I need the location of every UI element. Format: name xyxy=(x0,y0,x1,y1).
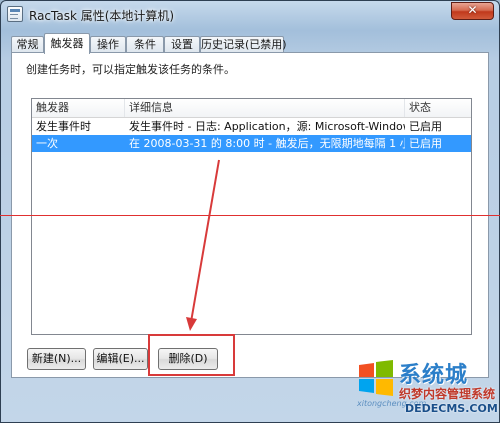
watermark-line2: DEDECMS.COM xyxy=(405,402,498,415)
tab-triggers[interactable]: 触发器 xyxy=(44,33,90,54)
site-watermark: 系统城 xitongcheng.com 织梦内容管理系统 DEDECMS.COM xyxy=(355,355,500,423)
column-header-trigger[interactable]: 触发器 xyxy=(32,99,125,117)
task-scheduler-icon xyxy=(7,6,23,22)
tab-general[interactable]: 常规 xyxy=(11,36,44,53)
table-row[interactable]: 发生事件时 发生事件时 - 日志: Application，源: Microso… xyxy=(32,118,471,135)
list-header: 触发器 详细信息 状态 xyxy=(32,99,471,118)
tab-conditions[interactable]: 条件 xyxy=(126,36,164,53)
row-details: 发生事件时 - 日志: Application，源: Microsoft-Win… xyxy=(129,120,405,133)
row-status: 已启用 xyxy=(409,120,442,133)
windows-logo-icon xyxy=(359,360,393,396)
close-button[interactable]: ✕ xyxy=(451,2,494,20)
new-trigger-button[interactable]: 新建(N)... xyxy=(27,348,86,370)
watermark-line1: 织梦内容管理系统 xyxy=(399,387,496,401)
title-bar[interactable]: RacTask 属性(本地计算机) ✕ xyxy=(1,1,499,29)
row-trigger: 一次 xyxy=(36,137,58,150)
annotation-divider-line xyxy=(0,215,500,216)
annotation-highlight-box xyxy=(148,334,235,376)
window-title: RacTask 属性(本地计算机) xyxy=(29,9,175,23)
tab-settings[interactable]: 设置 xyxy=(164,36,200,53)
row-status: 已启用 xyxy=(409,137,442,150)
panel-description: 创建任务时，可以指定触发该任务的条件。 xyxy=(26,63,235,76)
column-header-status[interactable]: 状态 xyxy=(405,99,471,117)
triggers-list[interactable]: 触发器 详细信息 状态 发生事件时 发生事件时 - 日志: Applicatio… xyxy=(31,98,472,335)
row-details: 在 2008-03-31 的 8:00 时 - 触发后，无限期地每隔 1 小时 … xyxy=(129,137,405,150)
edit-trigger-button[interactable]: 编辑(E)... xyxy=(93,348,148,370)
row-trigger: 发生事件时 xyxy=(36,120,91,133)
tab-history[interactable]: 历史记录(已禁用) xyxy=(200,36,287,53)
tab-actions[interactable]: 操作 xyxy=(90,36,126,53)
table-row-selected[interactable]: 一次 在 2008-03-31 的 8:00 时 - 触发后，无限期地每隔 1 … xyxy=(32,135,471,152)
column-header-details[interactable]: 详细信息 xyxy=(125,99,405,117)
